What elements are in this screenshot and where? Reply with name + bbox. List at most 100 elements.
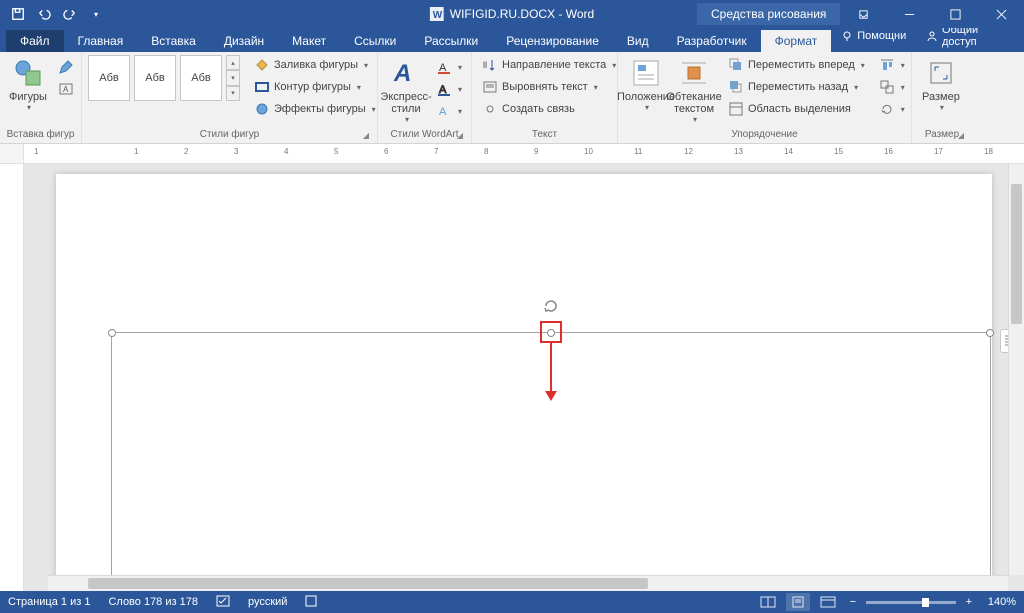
status-word-count[interactable]: Слово 178 из 178 — [108, 596, 198, 608]
canvas[interactable]: шего WiFiГида. Но чтобы и помогли, замет… — [24, 164, 1024, 591]
align-button[interactable]: ▾ — [875, 55, 909, 75]
rotate-button[interactable]: ▾ — [875, 99, 909, 119]
more-icon[interactable]: ▾ — [226, 86, 240, 101]
selected-text-box[interactable]: шего WiFiГида. Но чтобы и помогли, замет… — [111, 332, 991, 591]
redo-icon[interactable] — [58, 2, 82, 26]
vertical-scrollbar[interactable] — [1008, 164, 1024, 575]
dialog-launcher-icon[interactable]: ◢ — [363, 131, 369, 140]
text-effects-icon: A — [436, 103, 452, 119]
effects-label: Эффекты фигуры — [274, 103, 366, 115]
position-icon — [630, 57, 662, 89]
selection-pane-icon — [728, 101, 744, 117]
tab-mailings[interactable]: Рассылки — [410, 30, 492, 52]
style-preset-1[interactable]: Абв — [88, 55, 130, 101]
tab-format[interactable]: Формат — [761, 30, 832, 52]
group-insert-shapes: Фигуры ▾ A Вставка фигур — [0, 52, 82, 143]
lightbulb-icon — [841, 30, 853, 42]
selection-label: Область выделения — [748, 103, 851, 115]
status-language[interactable]: русский — [248, 596, 287, 608]
annotation-arrow — [550, 343, 552, 399]
send-backward-icon — [728, 79, 744, 95]
shape-outline-button[interactable]: Контур фигуры▾ — [250, 77, 380, 97]
minimize-icon[interactable] — [886, 0, 932, 28]
create-link-button[interactable]: Создать связь — [478, 99, 620, 119]
text-fill-button[interactable]: A▾ — [432, 57, 466, 77]
style-gallery-scroll[interactable]: ▴ ▾ ▾ — [226, 55, 240, 101]
align-text-button[interactable]: Выровнять текст▾ — [478, 77, 620, 97]
svg-text:A: A — [63, 85, 69, 94]
text-outline-button[interactable]: A▾ — [432, 79, 466, 99]
style-preset-3[interactable]: Абв — [180, 55, 222, 101]
ribbon-options-icon[interactable] — [840, 0, 886, 28]
fill-icon — [254, 57, 270, 73]
style-preset-2[interactable]: Абв — [134, 55, 176, 101]
save-icon[interactable] — [6, 2, 30, 26]
text-effects-button[interactable]: A▾ — [432, 101, 466, 121]
page[interactable]: шего WiFiГида. Но чтобы и помогли, замет… — [56, 174, 992, 591]
shape-effects-button[interactable]: Эффекты фигуры▾ — [250, 99, 380, 119]
zoom-out-button[interactable]: − — [846, 596, 860, 608]
zoom-slider[interactable] — [866, 601, 956, 604]
rotate-handle[interactable] — [542, 297, 560, 315]
size-button[interactable]: Размер▾ — [918, 55, 964, 114]
window-controls — [840, 0, 1024, 28]
tab-home[interactable]: Главная — [64, 30, 138, 52]
vertical-ruler[interactable] — [0, 164, 24, 591]
scrollbar-thumb[interactable] — [1011, 184, 1022, 324]
rotate-icon — [879, 101, 895, 117]
dialog-launcher-icon[interactable]: ◢ — [958, 131, 964, 140]
maximize-icon[interactable] — [932, 0, 978, 28]
view-read-mode-icon[interactable] — [756, 593, 780, 611]
qat-customize-icon[interactable]: ▾ — [84, 2, 108, 26]
shapes-button[interactable]: Фигуры ▾ — [6, 55, 50, 114]
person-icon — [926, 30, 938, 42]
outline-label: Контур фигуры — [274, 81, 351, 93]
quick-styles-button[interactable]: A Экспресс-стили ▾ — [384, 55, 428, 126]
shape-fill-button[interactable]: Заливка фигуры▾ — [250, 55, 380, 75]
tell-me-label: Помощни — [857, 30, 906, 42]
tab-references[interactable]: Ссылки — [340, 30, 410, 52]
tab-insert[interactable]: Вставка — [137, 30, 210, 52]
bring-forward-button[interactable]: Переместить вперед▾ — [724, 55, 869, 75]
undo-icon[interactable] — [32, 2, 56, 26]
view-web-layout-icon[interactable] — [816, 593, 840, 611]
tell-me[interactable]: Помощни — [831, 26, 916, 46]
tab-view[interactable]: Вид — [613, 30, 663, 52]
text-direction-icon: ll — [482, 57, 498, 73]
bring-forward-icon — [728, 57, 744, 73]
text-box-button[interactable]: A — [54, 79, 78, 99]
dialog-launcher-icon[interactable]: ◢ — [457, 131, 463, 140]
edit-shape-button[interactable] — [54, 57, 78, 77]
position-button[interactable]: Положение▾ — [624, 55, 668, 114]
group-arrange: Положение▾ Обтекание текстом▾ Переместит… — [618, 52, 912, 143]
status-macro[interactable] — [305, 595, 317, 610]
chevron-down-icon[interactable]: ▾ — [226, 70, 240, 85]
resize-handle-tr[interactable] — [986, 329, 994, 337]
close-icon[interactable] — [978, 0, 1024, 28]
zoom-in-button[interactable]: + — [962, 596, 976, 608]
group-button[interactable]: ▾ — [875, 77, 909, 97]
horizontal-scrollbar[interactable] — [48, 575, 1008, 591]
text-outline-icon: A — [436, 81, 452, 97]
tab-review[interactable]: Рецензирование — [492, 30, 613, 52]
tab-layout[interactable]: Макет — [278, 30, 340, 52]
scrollbar-thumb[interactable] — [88, 578, 648, 589]
wrap-text-button[interactable]: Обтекание текстом▾ — [672, 55, 716, 126]
resize-handle-tl[interactable] — [108, 329, 116, 337]
status-page[interactable]: Страница 1 из 1 — [8, 596, 90, 608]
tab-design[interactable]: Дизайн — [210, 30, 278, 52]
zoom-level[interactable]: 140% — [988, 596, 1016, 608]
group-icon — [879, 79, 895, 95]
fill-label: Заливка фигуры — [274, 59, 358, 71]
chevron-up-icon[interactable]: ▴ — [226, 55, 240, 70]
send-backward-button[interactable]: Переместить назад▾ — [724, 77, 869, 97]
status-spellcheck[interactable] — [216, 595, 230, 610]
tab-file[interactable]: Файл — [6, 30, 64, 52]
selection-pane-button[interactable]: Область выделения — [724, 99, 869, 119]
view-print-layout-icon[interactable] — [786, 593, 810, 611]
text-direction-button[interactable]: llНаправление текста▾ — [478, 55, 620, 75]
zoom-slider-thumb[interactable] — [922, 598, 929, 607]
group-size: Размер▾ Размер◢ — [912, 52, 972, 143]
horizontal-ruler[interactable]: 1123456789101112131415161718 — [0, 144, 1024, 164]
tab-developer[interactable]: Разработчик — [663, 30, 761, 52]
